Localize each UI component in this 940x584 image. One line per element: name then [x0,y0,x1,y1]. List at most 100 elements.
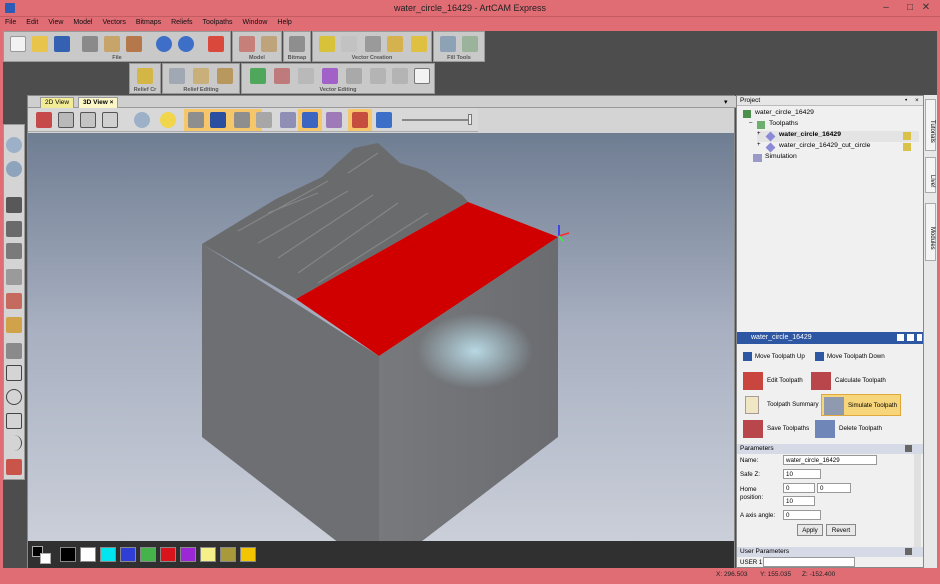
tab-3d-view[interactable]: 3D View × [78,97,119,108]
color-swatch[interactable] [160,547,176,562]
vector-select-icon[interactable] [322,68,338,84]
vector-wave-icon[interactable] [274,68,290,84]
menu-model[interactable]: Model [68,17,97,26]
polygon-icon[interactable] [6,413,22,429]
node-edit-icon[interactable] [250,68,266,84]
parameters-header[interactable]: Parameters [737,444,923,454]
collapse-icon[interactable] [905,548,912,555]
circle-icon[interactable] [6,389,22,405]
transparency-slider-handle[interactable] [468,114,472,125]
side-view-icon[interactable] [80,112,96,128]
tree-item-selected[interactable]: + water_circle_16429 [757,131,919,142]
paint-icon[interactable] [6,317,22,333]
vector-pen-icon[interactable] [319,36,335,52]
zoom-icon[interactable] [6,137,22,153]
close-icon[interactable]: ✕ [912,1,940,15]
vector-arc-icon[interactable] [341,36,357,52]
save-icon[interactable] [54,36,70,52]
color-swatch[interactable] [100,547,116,562]
vector-scissors-icon[interactable] [365,36,381,52]
toolpath-summary-button[interactable]: Toolpath Summary [741,394,819,416]
light-icon[interactable] [160,112,176,128]
select-arrow-icon[interactable] [6,197,22,213]
user1-field[interactable] [763,557,855,567]
color-swatch[interactable] [80,547,96,562]
view-menu-arrow-icon[interactable]: ▾ [724,98,728,106]
polyline-icon[interactable] [6,343,22,359]
vector-offset-icon[interactable] [298,68,314,84]
vector-weld-icon[interactable] [346,68,362,84]
toolpath-display-icon[interactable] [352,112,368,128]
menu-file[interactable]: File [0,17,21,26]
color-swatch[interactable] [60,547,76,562]
relief-shade-icon[interactable] [234,112,250,128]
menu-vectors[interactable]: Vectors [97,17,130,26]
home-y-field[interactable]: 0 [817,483,851,493]
menu-window[interactable]: Window [238,17,273,26]
vector-rotate-icon[interactable] [370,68,386,84]
current-color-bg[interactable] [40,553,51,564]
move-toolpath-down-button[interactable]: Move Toolpath Down [813,346,885,368]
safe-z-field[interactable]: 10 [783,469,821,479]
expand-icon[interactable]: – [749,120,752,126]
tree-root[interactable]: water_circle_16429 [743,109,913,120]
model-icon[interactable] [239,36,255,52]
color-swatch[interactable] [220,547,236,562]
lock-icon[interactable] [903,132,911,140]
globe-icon[interactable] [6,161,22,177]
material-icon[interactable] [326,112,342,128]
line-icon[interactable] [6,269,22,285]
color-swatch[interactable] [140,547,156,562]
paste-icon[interactable] [126,36,142,52]
text-tool-icon[interactable] [6,459,22,475]
cut-icon[interactable] [82,36,98,52]
tab-live[interactable]: Live! [925,157,936,193]
transparency-slider[interactable] [402,119,472,121]
user-parameters-header[interactable]: User Parameters [737,547,923,557]
color-swatch[interactable] [240,547,256,562]
menu-toolpaths[interactable]: Toolpaths [198,17,238,26]
star-icon[interactable] [302,112,318,128]
vector-fillet-icon[interactable] [392,68,408,84]
color-swatch[interactable] [120,547,136,562]
relief-sculpt-icon[interactable] [193,68,209,84]
open-file-icon[interactable] [32,36,48,52]
relief-fade-icon[interactable] [217,68,233,84]
vector-draw-icon[interactable] [387,36,403,52]
edit-pencil-icon[interactable] [208,36,224,52]
color-swatch[interactable] [180,547,196,562]
panel-x-icon[interactable] [917,334,922,341]
redo-icon[interactable] [178,36,194,52]
expand-icon[interactable]: + [757,131,761,137]
tree-item[interactable]: + water_circle_16429_cut_circle [757,142,919,153]
tab-modules[interactable]: Modules [925,203,936,261]
menu-reliefs[interactable]: Reliefs [166,17,197,26]
edit-toolpath-button[interactable]: Edit Toolpath [741,370,803,392]
axes-icon[interactable] [210,112,226,128]
menu-edit[interactable]: Edit [21,17,43,26]
tree-toolpaths[interactable]: – Toolpaths [749,120,909,131]
front-view-icon[interactable] [58,112,74,128]
node-arrow-icon[interactable] [6,221,22,237]
vector-align-icon[interactable] [414,68,430,84]
home-x-field[interactable]: 0 [783,483,815,493]
arc-icon[interactable] [6,435,22,451]
color-swatch[interactable] [200,547,216,562]
apply-button[interactable]: Apply [797,524,823,536]
calculate-toolpath-button[interactable]: Calculate Toolpath [809,370,886,392]
name-field[interactable]: water_circle_16429 [783,455,877,465]
zoom-view-icon[interactable] [134,112,150,128]
relief-create-icon[interactable] [137,68,153,84]
fill-2-icon[interactable] [462,36,478,52]
expand-icon[interactable]: + [757,142,761,148]
vector-display-icon[interactable] [280,112,296,128]
relief-smooth-icon[interactable] [169,68,185,84]
move-toolpath-up-button[interactable]: Move Toolpath Up [741,346,805,368]
transform-icon[interactable] [6,243,22,259]
rectangle-icon[interactable] [6,365,22,381]
vector-text-icon[interactable] [411,36,427,52]
pin-icon[interactable]: • [905,96,907,106]
save-toolpaths-button[interactable]: Save Toolpaths [741,418,809,440]
color-pick-icon[interactable] [376,112,392,128]
3d-scene[interactable] [28,133,734,574]
